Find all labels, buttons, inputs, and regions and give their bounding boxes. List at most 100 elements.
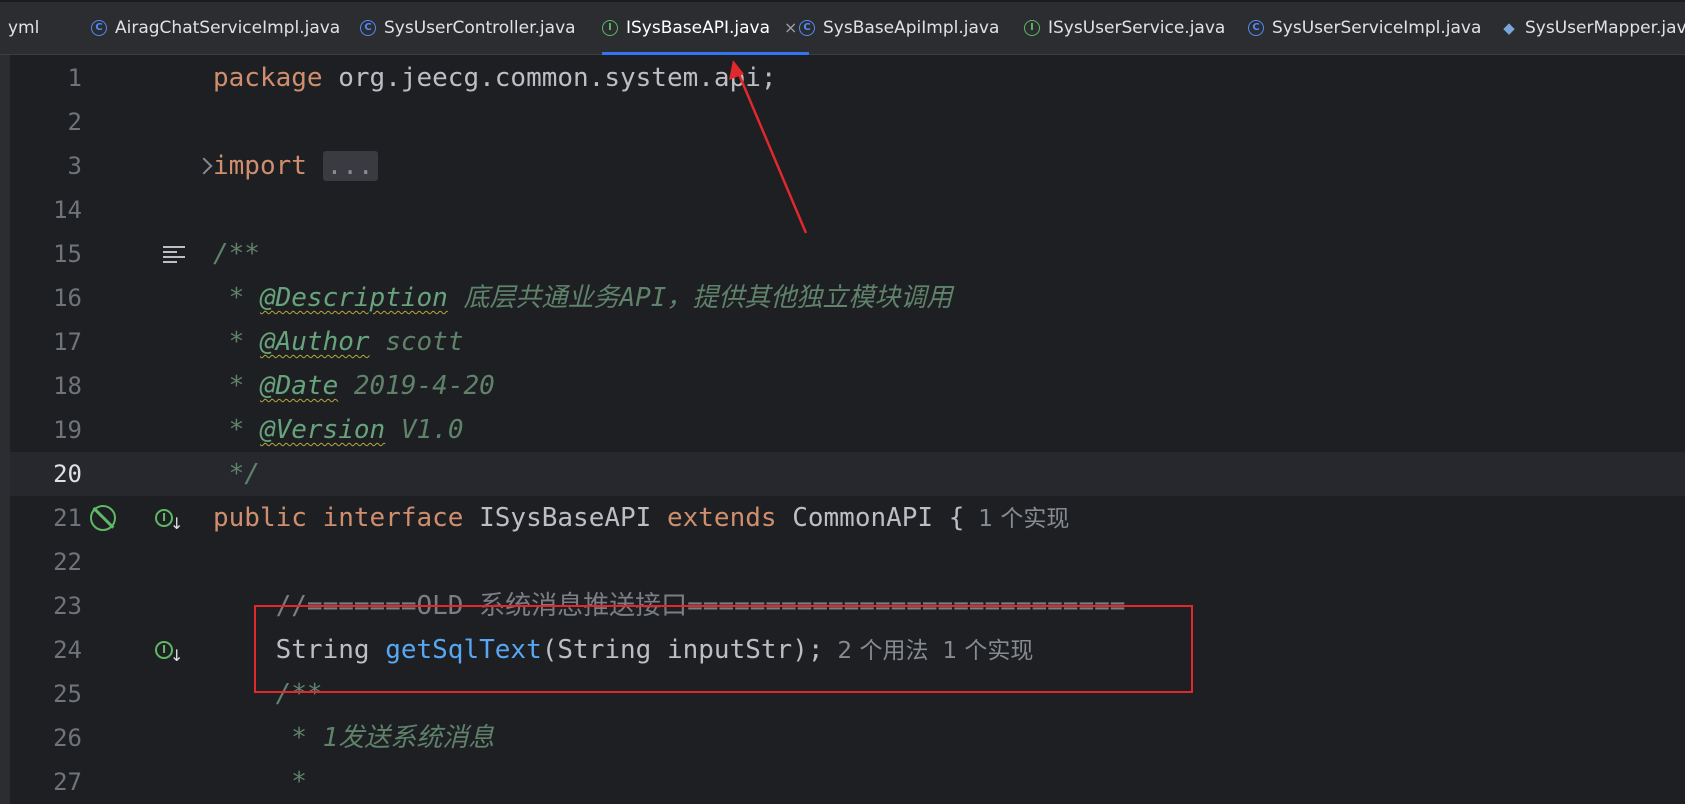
tool-strip [0, 55, 10, 804]
code-text: /** [213, 239, 260, 269]
code-fragment: org.jeecg.common.system.api; [322, 63, 777, 93]
code-line: 23 //=======OLD 系统消息推送接口================… [10, 584, 1685, 628]
no-usages-icon[interactable] [90, 505, 116, 531]
class-icon: C [799, 19, 815, 36]
code-text: * 1发送系统消息 [213, 723, 495, 753]
doc-star: * [213, 371, 260, 401]
code-line: 25 /** [10, 672, 1685, 716]
interface-icon: I [1024, 19, 1040, 36]
line-number: 21 [53, 504, 82, 532]
keyword: interface [322, 503, 464, 533]
line-number: 18 [53, 372, 82, 400]
code-text: /** [213, 679, 323, 709]
current-code-line: 20 */ [10, 452, 1685, 496]
line-number: 17 [53, 328, 82, 356]
implementations-hint[interactable]: 1 个实现 [978, 506, 1069, 532]
line-number: 23 [53, 592, 82, 620]
tab-sys-base-api-impl[interactable]: C SysBaseApiImpl.java [799, 0, 999, 55]
class-icon: C [1248, 19, 1264, 36]
doc-value: 2019-4-20 [338, 371, 495, 401]
interface-name: ISysBaseAPI [479, 503, 652, 533]
line-number: 22 [53, 548, 82, 576]
code-text: */ [213, 459, 260, 489]
implementations-hint[interactable]: 1 个实现 [942, 638, 1033, 664]
code-line: 27 * [10, 760, 1685, 804]
return-type: String [213, 635, 386, 665]
method-args: (String inputStr); [541, 635, 824, 665]
code-line: 21 I ↓ public interface ISysBaseAPI exte… [10, 496, 1685, 540]
tab-label: SysUserMapper.java [1525, 17, 1685, 38]
code-line: 18 * @Date 2019-4-20 [10, 364, 1685, 408]
line-number: 15 [53, 240, 82, 268]
usages-hint[interactable]: 2 个用法 [838, 638, 929, 664]
tab-isys-user-service[interactable]: I ISysUserService.java [1024, 0, 1225, 55]
tab-sys-user-controller[interactable]: C SysUserController.java [360, 0, 576, 55]
code-text: * @Author scott [213, 320, 464, 364]
code-line: 15 /** [10, 232, 1685, 276]
interface-icon: I [602, 19, 618, 36]
code-line: 17 * @Author scott [10, 320, 1685, 364]
expand-fold-icon[interactable] [195, 157, 213, 175]
mapper-icon: ◆ [1503, 18, 1515, 37]
toggle-rendered-doc-icon[interactable] [163, 243, 185, 266]
tab-airag-chat-service-impl[interactable]: C AiragChatServiceImpl.java [91, 0, 340, 55]
line-comment: //=======OLD 系统消息推送接口===================… [213, 591, 1126, 621]
code-line: 24 I ↓ String getSqlText(String inputStr… [10, 628, 1685, 672]
code-text: String getSqlText(String inputStr); 2 个用法… [213, 628, 1034, 673]
class-icon: C [360, 19, 376, 36]
tab-sys-user-mapper[interactable]: ◆ SysUserMapper.java [1501, 0, 1685, 55]
keyword: import [213, 151, 307, 181]
code-line: 19 * @Version V1.0 [10, 408, 1685, 452]
code-text: public interface ISysBaseAPI extends Com… [213, 496, 1069, 541]
tab-label: SysBaseApiImpl.java [823, 17, 1000, 38]
line-number: 1 [67, 64, 82, 92]
line-number: 20 [53, 460, 82, 488]
editor-tab-bar: yml C AiragChatServiceImpl.java C SysUse… [0, 0, 1685, 55]
code-text: * @Description 底层共通业务API，提供其他独立模块调用 [213, 276, 953, 320]
line-number: 24 [53, 636, 82, 664]
code-line: 22 [10, 540, 1685, 584]
method-name: getSqlText [385, 635, 542, 665]
line-number: 19 [53, 416, 82, 444]
line-number: 16 [53, 284, 82, 312]
tab-label: yml [8, 17, 40, 38]
code-line: 3 import ... [10, 144, 1685, 188]
code-text: * @Version V1.0 [213, 408, 464, 452]
code-text: import ... [213, 144, 378, 188]
code-line: 2 [10, 100, 1685, 144]
code-line: 26 * 1发送系统消息 [10, 716, 1685, 760]
tab-label: ISysUserService.java [1048, 17, 1226, 38]
code-text: package org.jeecg.common.system.api; [213, 56, 777, 100]
tab-sys-user-service-impl[interactable]: C SysUserServiceImpl.java [1248, 0, 1481, 55]
doc-star: * [213, 283, 260, 313]
code-text: * [213, 767, 307, 797]
code-editor[interactable]: 1 package org.jeecg.common.system.api; 2… [0, 55, 1685, 804]
parent-interface: CommonAPI { [792, 503, 965, 533]
tab-label: ISysBaseAPI.java [626, 17, 771, 38]
keyword: extends [666, 503, 777, 533]
keyword: package [213, 63, 323, 93]
code-text: * @Date 2019-4-20 [213, 364, 495, 408]
doc-value: scott [369, 327, 464, 357]
line-number: 2 [67, 108, 82, 136]
doc-star: * [213, 327, 260, 357]
code-line: 16 * @Description 底层共通业务API，提供其他独立模块调用 [10, 276, 1685, 320]
doc-star: * [213, 415, 260, 445]
doc-tag: @Description [259, 283, 448, 313]
doc-value: V1.0 [385, 415, 464, 445]
keyword: public [213, 503, 307, 533]
tab-label: AiragChatServiceImpl.java [115, 17, 341, 38]
line-number: 26 [53, 724, 82, 752]
doc-value: 底层共通业务API，提供其他独立模块调用 [447, 283, 953, 313]
code-line: 1 package org.jeecg.common.system.api; [10, 56, 1685, 100]
tab-yml[interactable]: yml [8, 0, 39, 55]
close-icon[interactable]: × [784, 18, 797, 37]
doc-tag: @Date [259, 371, 339, 401]
tab-isys-base-api[interactable]: I ISysBaseAPI.java × [602, 0, 810, 55]
tab-label: SysUserServiceImpl.java [1272, 17, 1482, 38]
doc-tag: @Author [259, 327, 370, 357]
line-number: 14 [53, 196, 82, 224]
line-number: 25 [53, 680, 82, 708]
folded-imports[interactable]: ... [322, 151, 378, 181]
line-number: 3 [67, 152, 82, 180]
